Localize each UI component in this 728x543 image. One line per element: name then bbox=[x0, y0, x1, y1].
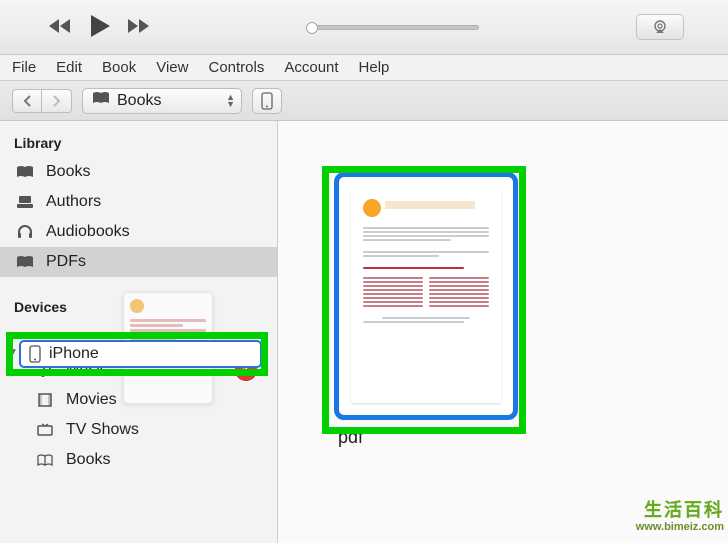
book-icon bbox=[14, 255, 36, 269]
forward-button[interactable] bbox=[42, 89, 72, 113]
sidebar-item-authors[interactable]: Authors bbox=[0, 187, 277, 217]
dropdown-label: Books bbox=[117, 92, 161, 110]
navigation-toolbar: Books ▲▼ bbox=[0, 81, 728, 121]
sidebar-item-label: TV Shows bbox=[66, 421, 139, 439]
device-label: iPhone bbox=[49, 345, 99, 363]
sidebar-item-iphone[interactable]: iPhone bbox=[19, 340, 262, 368]
pdf-label: pdf bbox=[338, 427, 363, 448]
sidebar-item-label: Books bbox=[46, 163, 90, 181]
menu-view[interactable]: View bbox=[156, 59, 188, 76]
book-open-icon bbox=[34, 453, 56, 467]
disclosure-triangle-icon[interactable]: ▼ bbox=[8, 347, 18, 358]
sidebar-item-tvshows[interactable]: TV Shows bbox=[0, 415, 277, 445]
menu-controls[interactable]: Controls bbox=[208, 59, 264, 76]
sidebar-item-books[interactable]: Books bbox=[0, 157, 277, 187]
sidebar-item-label: PDFs bbox=[46, 253, 86, 271]
content-area: pdf bbox=[278, 121, 728, 543]
menu-file[interactable]: File bbox=[12, 59, 36, 76]
sidebar-item-label: Books bbox=[66, 451, 110, 469]
menu-book[interactable]: Book bbox=[102, 59, 136, 76]
menu-account[interactable]: Account bbox=[284, 59, 338, 76]
sidebar-item-audiobooks[interactable]: Audiobooks bbox=[0, 217, 277, 247]
library-dropdown[interactable]: Books ▲▼ bbox=[82, 88, 242, 114]
main-area: Library Books Authors Audiobooks PDFs De… bbox=[0, 121, 728, 543]
watermark-text: 生活百科 bbox=[644, 500, 724, 522]
menu-help[interactable]: Help bbox=[359, 59, 390, 76]
library-header: Library bbox=[0, 131, 277, 157]
playback-controls bbox=[48, 13, 152, 42]
headphones-icon bbox=[14, 224, 36, 240]
typewriter-icon bbox=[14, 194, 36, 210]
device-button[interactable] bbox=[252, 88, 282, 114]
sidebar-item-device-books[interactable]: Books bbox=[0, 445, 277, 475]
sidebar-item-label: Audiobooks bbox=[46, 223, 130, 241]
tv-icon bbox=[34, 423, 56, 437]
next-icon[interactable] bbox=[126, 17, 152, 38]
play-icon[interactable] bbox=[88, 13, 112, 42]
watermark-url: www.bimeiz.com bbox=[636, 521, 724, 534]
film-icon bbox=[34, 392, 56, 408]
airplay-button[interactable] bbox=[636, 14, 684, 40]
nav-buttons bbox=[12, 89, 72, 113]
chevron-updown-icon: ▲▼ bbox=[226, 94, 235, 108]
sidebar-item-label: Movies bbox=[66, 391, 117, 409]
playback-toolbar bbox=[0, 0, 728, 55]
menu-edit[interactable]: Edit bbox=[56, 59, 82, 76]
watermark: 生活百科 www.bimeiz.com bbox=[592, 495, 724, 539]
previous-icon[interactable] bbox=[48, 17, 74, 38]
sidebar-item-label: Authors bbox=[46, 193, 101, 211]
sidebar-item-pdfs[interactable]: PDFs bbox=[0, 247, 277, 277]
pdf-thumbnail[interactable] bbox=[334, 172, 518, 420]
menu-bar: File Edit Book View Controls Account Hel… bbox=[0, 55, 728, 81]
book-icon bbox=[91, 91, 111, 110]
phone-icon bbox=[29, 345, 41, 363]
volume-slider[interactable] bbox=[162, 25, 626, 30]
book-icon bbox=[14, 165, 36, 179]
back-button[interactable] bbox=[12, 89, 42, 113]
